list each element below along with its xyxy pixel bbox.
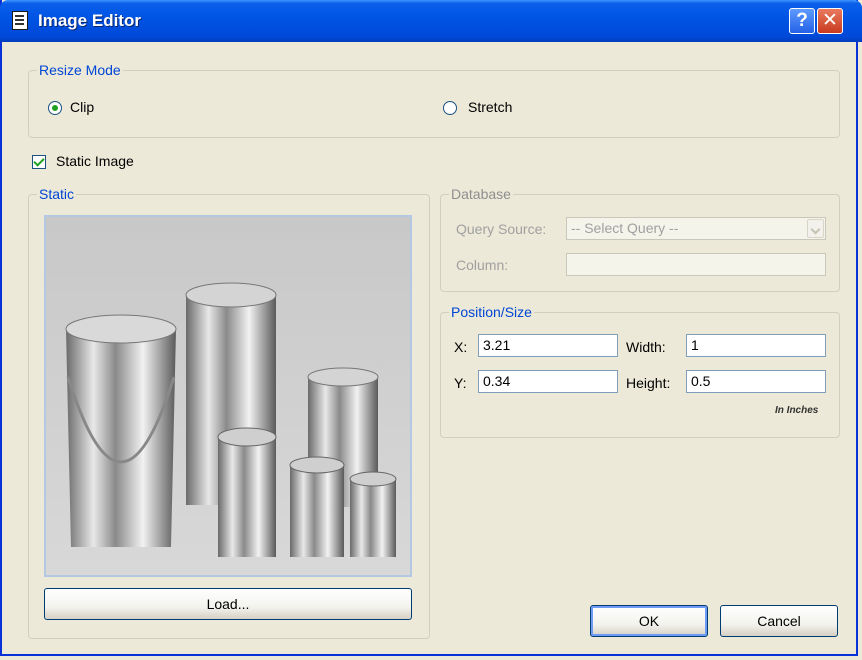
query-source-select[interactable]: -- Select Query -- — [566, 217, 826, 240]
question-mark-icon: ? — [796, 10, 808, 31]
document-icon — [12, 11, 28, 30]
stretch-label[interactable]: Stretch — [468, 99, 512, 115]
chevron-down-icon[interactable] — [807, 219, 824, 238]
ok-button[interactable]: OK — [590, 605, 708, 637]
width-label: Width: — [626, 339, 666, 355]
load-button-label: Load... — [206, 596, 250, 612]
clip-label[interactable]: Clip — [70, 99, 94, 115]
close-button[interactable]: ✕ — [817, 8, 843, 34]
units-note: In Inches — [775, 405, 819, 416]
close-icon: ✕ — [822, 9, 838, 31]
title-bar[interactable]: Image Editor ? ✕ — [0, 0, 862, 42]
width-field[interactable]: 1 — [686, 334, 826, 357]
y-label: Y: — [454, 375, 467, 391]
x-field[interactable]: 3.21 — [478, 334, 618, 357]
y-field[interactable]: 0.34 — [478, 370, 618, 393]
resize-mode-group: Resize Mode — [28, 62, 840, 138]
stretch-radio[interactable] — [443, 101, 457, 115]
clip-radio[interactable] — [48, 101, 62, 115]
x-label: X: — [454, 339, 468, 355]
height-field[interactable]: 0.5 — [686, 370, 826, 393]
static-image-checkbox[interactable] — [32, 155, 46, 169]
database-legend: Database — [451, 186, 511, 202]
help-button[interactable]: ? — [789, 8, 815, 34]
position-size-legend: Position/Size — [451, 304, 532, 320]
static-legend: Static — [39, 186, 75, 202]
load-button[interactable]: Load... — [44, 588, 412, 620]
column-label: Column: — [456, 257, 509, 273]
cancel-button-label: Cancel — [757, 613, 801, 629]
image-preview — [44, 215, 412, 577]
column-field[interactable] — [566, 253, 826, 276]
paint-cans-image — [46, 217, 410, 575]
resize-mode-legend: Resize Mode — [39, 62, 121, 78]
query-source-label: Query Source: — [456, 221, 547, 237]
cancel-button[interactable]: Cancel — [720, 605, 838, 637]
static-image-label[interactable]: Static Image — [56, 153, 134, 169]
height-label: Height: — [626, 375, 671, 391]
ok-button-label: OK — [638, 613, 660, 629]
query-source-value: -- Select Query -- — [571, 220, 679, 236]
window-title: Image Editor — [38, 11, 141, 30]
